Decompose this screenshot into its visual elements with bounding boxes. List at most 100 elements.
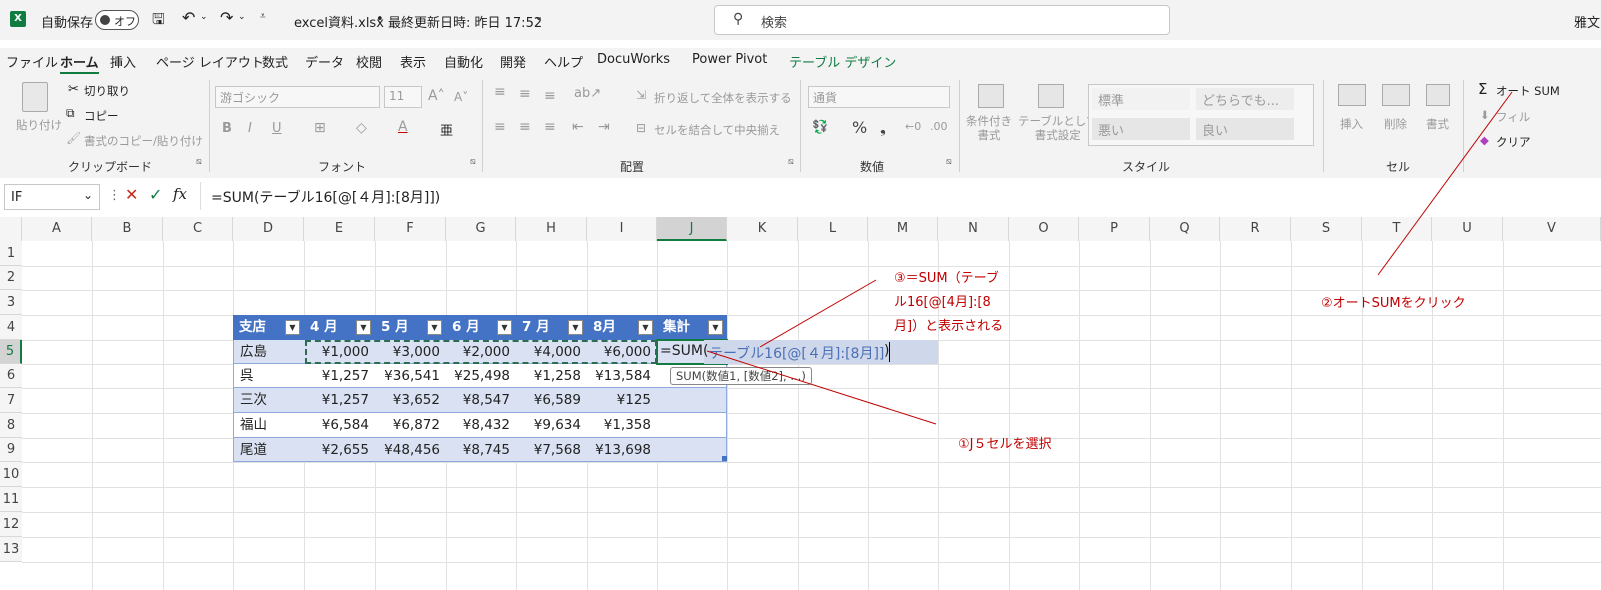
decrease-decimal-icon[interactable]: .00 xyxy=(930,120,948,133)
comma-icon[interactable]: ❟ xyxy=(880,119,886,137)
search-box[interactable]: ⚲ 検索 xyxy=(714,5,1170,35)
filter-dropdown-icon[interactable]: ▼ xyxy=(356,320,371,335)
amount-cell[interactable]: ¥8,547 xyxy=(446,388,516,413)
align-left-icon[interactable]: ≡ xyxy=(494,119,506,135)
align-center-icon[interactable]: ≡ xyxy=(519,119,531,135)
total-cell[interactable] xyxy=(657,438,727,462)
column-header-l[interactable]: L xyxy=(798,217,868,241)
wrap-text-icon[interactable]: ⇲ xyxy=(636,88,646,102)
amount-cell[interactable]: ¥13,698 xyxy=(587,438,657,462)
function-tooltip[interactable]: SUM(数値1, [数値2], ...) xyxy=(670,367,812,385)
clear-icon[interactable]: ◆ xyxy=(1480,133,1489,147)
amount-cell[interactable]: ¥6,872 xyxy=(375,413,446,438)
menu-docuworks[interactable]: DocuWorks xyxy=(597,52,670,67)
table-header-cell[interactable]: 8月 ▼ xyxy=(587,315,657,340)
cut-button[interactable]: 切り取り xyxy=(84,83,130,99)
font-launcher-icon[interactable]: ⧅ xyxy=(470,157,476,167)
row-header-3[interactable]: 3 xyxy=(0,290,22,315)
format-cells-icon[interactable] xyxy=(1426,84,1450,106)
menu-table-design[interactable]: テーブル デザイン xyxy=(789,52,896,71)
menu-data[interactable]: データ xyxy=(305,52,344,71)
amount-cell[interactable]: ¥1,257 xyxy=(304,364,375,388)
enter-icon[interactable]: ✓ xyxy=(149,185,162,204)
undo-icon[interactable]: ↶ xyxy=(182,8,195,27)
last-saved[interactable]: 最終更新日時: 昨日 17:52 xyxy=(388,12,542,31)
undo-dropdown-icon[interactable]: ⌄ xyxy=(200,12,208,22)
user-name[interactable]: 雅文 xyxy=(1574,12,1600,31)
format-painter-button[interactable]: 書式のコピー/貼り付け xyxy=(84,133,203,149)
amount-cell[interactable]: ¥1,358 xyxy=(587,413,657,438)
select-all-corner[interactable] xyxy=(0,217,22,241)
align-top-icon[interactable]: ≡ xyxy=(494,84,506,100)
customize-toolbar-icon[interactable]: ⩡ xyxy=(260,11,266,22)
redo-dropdown-icon[interactable]: ⌄ xyxy=(238,12,246,22)
row-header-12[interactable]: 12 xyxy=(0,512,22,537)
conditional-format-icon[interactable] xyxy=(978,84,1004,108)
amount-cell[interactable]: ¥13,584 xyxy=(587,364,657,388)
column-header-n[interactable]: N xyxy=(938,217,1009,241)
row-header-9[interactable]: 9 xyxy=(0,438,22,462)
row-header-8[interactable]: 8 xyxy=(0,413,22,438)
branch-cell[interactable]: 三次 xyxy=(233,388,304,413)
insert-cells-button[interactable]: 挿入 xyxy=(1340,116,1363,132)
style-bad[interactable]: 悪い xyxy=(1092,118,1190,140)
format-cells-button[interactable]: 書式 xyxy=(1426,116,1449,132)
table-header-cell[interactable]: 4 月 ▼ xyxy=(304,315,375,340)
percent-icon[interactable]: % xyxy=(852,118,867,137)
number-format-select[interactable]: 通貨 xyxy=(808,86,950,108)
conditional-format-button[interactable]: 条件付き 書式 xyxy=(966,114,1012,142)
amount-cell[interactable]: ¥2,655 xyxy=(304,438,375,462)
orientation-icon[interactable]: ab↗ xyxy=(574,86,601,101)
filter-dropdown-icon[interactable]: ▼ xyxy=(285,320,300,335)
increase-decimal-icon[interactable]: ←0 xyxy=(905,120,921,133)
table-header-cell[interactable]: 集計 ▼ xyxy=(657,315,727,340)
column-header-g[interactable]: G xyxy=(446,217,516,241)
fill-button[interactable]: フィル xyxy=(1496,109,1530,125)
cancel-icon[interactable]: ✕ xyxy=(125,185,138,204)
table-format-icon[interactable] xyxy=(1038,84,1064,108)
redo-icon[interactable]: ↷ xyxy=(220,8,233,27)
branch-cell[interactable]: 尾道 xyxy=(233,438,304,462)
column-header-m[interactable]: M xyxy=(868,217,938,241)
insert-function-icon[interactable]: fx xyxy=(173,185,187,203)
font-name-select[interactable]: 游ゴシック xyxy=(215,86,380,108)
amount-cell[interactable]: ¥8,432 xyxy=(446,413,516,438)
increase-font-icon[interactable]: A˄ xyxy=(428,88,445,104)
formula-bar-more-icon[interactable]: ⋮ xyxy=(108,188,121,203)
column-header-p[interactable]: P xyxy=(1079,217,1150,241)
menu-view[interactable]: 表示 xyxy=(400,52,426,71)
style-good[interactable]: 良い xyxy=(1196,118,1294,140)
table-header-cell[interactable]: 7 月 ▼ xyxy=(516,315,587,340)
branch-cell[interactable]: 福山 xyxy=(233,413,304,438)
merge-icon[interactable]: ⊟ xyxy=(636,121,646,135)
row-header-7[interactable]: 7 xyxy=(0,388,22,413)
last-saved-chevron-icon[interactable]: ⌄ xyxy=(534,10,543,23)
column-header-e[interactable]: E xyxy=(304,217,375,241)
row-header-4[interactable]: 4 xyxy=(0,315,22,340)
merge-button[interactable]: セルを結合して中央揃え xyxy=(654,122,780,138)
branch-cell[interactable]: 広島 xyxy=(233,340,304,364)
menu-review[interactable]: 校閲 xyxy=(356,52,382,71)
amount-cell[interactable]: ¥6,584 xyxy=(304,413,375,438)
menu-page-layout[interactable]: ページ レイアウト xyxy=(156,52,264,71)
amount-cell[interactable]: ¥25,498 xyxy=(446,364,516,388)
column-header-u[interactable]: U xyxy=(1432,217,1503,241)
row-header-2[interactable]: 2 xyxy=(0,266,22,290)
amount-cell[interactable]: ¥36,541 xyxy=(375,364,446,388)
fill-icon[interactable]: ⬇ xyxy=(1480,108,1490,122)
column-header-f[interactable]: F xyxy=(375,217,446,241)
column-header-c[interactable]: C xyxy=(163,217,233,241)
filter-dropdown-icon[interactable]: ▼ xyxy=(708,320,723,335)
table-header-cell[interactable]: 支店 ▼ xyxy=(233,315,304,340)
column-header-q[interactable]: Q xyxy=(1150,217,1220,241)
menu-automate[interactable]: 自動化 xyxy=(444,52,483,71)
amount-cell[interactable]: ¥1,258 xyxy=(516,364,587,388)
row-header-1[interactable]: 1 xyxy=(0,241,22,266)
menu-insert[interactable]: 挿入 xyxy=(110,52,136,71)
row-header-5[interactable]: 5 xyxy=(0,340,22,364)
filter-dropdown-icon[interactable]: ▼ xyxy=(497,320,512,335)
number-launcher-icon[interactable]: ⧅ xyxy=(946,157,952,167)
align-bottom-icon[interactable]: ≡ xyxy=(544,88,556,104)
filter-dropdown-icon[interactable]: ▼ xyxy=(427,320,442,335)
font-color-icon[interactable]: A xyxy=(398,119,408,135)
